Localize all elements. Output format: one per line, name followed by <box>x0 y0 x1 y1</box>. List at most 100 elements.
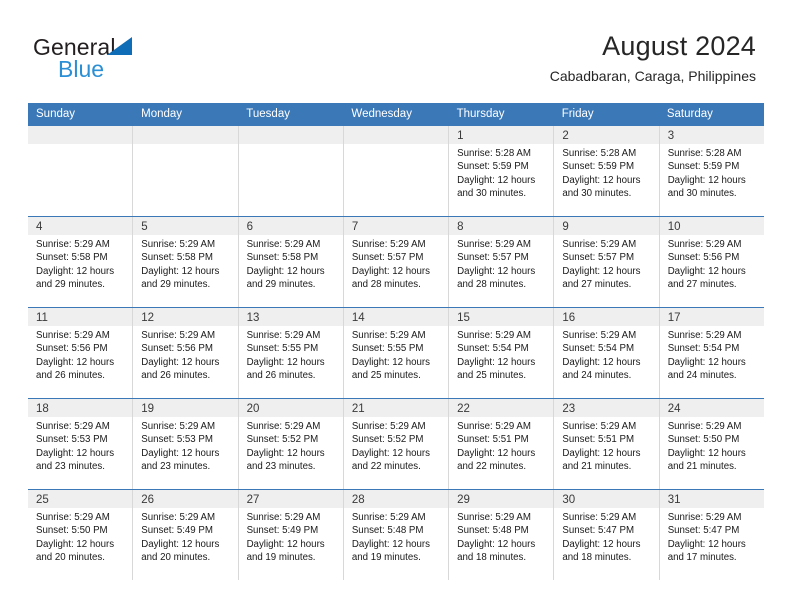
day-details: Sunrise: 5:29 AM Sunset: 5:50 PM Dayligh… <box>28 508 132 564</box>
daylight-text-line2: and 29 minutes. <box>36 278 105 290</box>
day-number-band: 13 <box>238 308 343 326</box>
daylight-text-line2: and 28 minutes. <box>457 278 527 290</box>
triangle-icon <box>107 37 132 55</box>
calendar-day-cell[interactable]: 6 Sunrise: 5:29 AM Sunset: 5:58 PM Dayli… <box>238 217 344 307</box>
day-number-band <box>133 126 238 144</box>
sunrise-text: Sunrise: 5:29 AM <box>246 512 321 523</box>
sunset-text: Sunset: 5:56 PM <box>141 343 213 355</box>
daylight-text-line2: and 30 minutes. <box>457 187 527 199</box>
day-details: Sunrise: 5:29 AM Sunset: 5:58 PM Dayligh… <box>133 235 237 291</box>
sunset-text: Sunset: 5:57 PM <box>351 252 424 264</box>
day-details: Sunrise: 5:29 AM Sunset: 5:56 PM Dayligh… <box>660 235 764 291</box>
daylight-text-line2: and 24 minutes. <box>667 369 737 381</box>
daylight-text-line2: and 30 minutes. <box>562 187 632 199</box>
daylight-text-line2: and 24 minutes. <box>562 369 632 381</box>
calendar-day-cell[interactable]: 24 Sunrise: 5:29 AM Sunset: 5:50 PM Dayl… <box>659 399 764 489</box>
calendar-day-cell[interactable]: 30 Sunrise: 5:29 AM Sunset: 5:47 PM Dayl… <box>554 490 660 580</box>
calendar-day-cell[interactable]: 2 Sunrise: 5:28 AM Sunset: 5:59 PM Dayli… <box>554 126 660 216</box>
calendar-day-cell[interactable]: 7 Sunrise: 5:29 AM Sunset: 5:57 PM Dayli… <box>343 217 450 307</box>
calendar-day-cell[interactable]: 5 Sunrise: 5:29 AM Sunset: 5:58 PM Dayli… <box>133 217 239 307</box>
sunset-text: Sunset: 5:50 PM <box>667 434 740 446</box>
calendar-day-cell[interactable]: 25 Sunrise: 5:29 AM Sunset: 5:50 PM Dayl… <box>28 490 134 580</box>
calendar-day-cell[interactable]: 23 Sunrise: 5:29 AM Sunset: 5:51 PM Dayl… <box>554 399 660 489</box>
sunset-text: Sunset: 5:59 PM <box>562 161 635 173</box>
day-number: 14 <box>351 312 365 324</box>
daylight-text-line1: Daylight: 12 hours <box>36 447 115 459</box>
calendar-day-cell[interactable]: 13 Sunrise: 5:29 AM Sunset: 5:55 PM Dayl… <box>238 308 344 398</box>
calendar-day-cell[interactable]: 12 Sunrise: 5:29 AM Sunset: 5:56 PM Dayl… <box>133 308 239 398</box>
calendar-week-row: 11 Sunrise: 5:29 AM Sunset: 5:56 PM Dayl… <box>28 307 764 398</box>
calendar-day-cell[interactable]: 1 Sunrise: 5:28 AM Sunset: 5:59 PM Dayli… <box>449 126 555 216</box>
day-number: 17 <box>667 312 681 324</box>
day-details: Sunrise: 5:29 AM Sunset: 5:52 PM Dayligh… <box>239 417 343 473</box>
daylight-text-line1: Daylight: 12 hours <box>562 538 641 550</box>
calendar-day-cell[interactable]: 29 Sunrise: 5:29 AM Sunset: 5:48 PM Dayl… <box>449 490 555 580</box>
daylight-text-line1: Daylight: 12 hours <box>667 174 746 186</box>
calendar-day-cell[interactable] <box>238 126 344 216</box>
daylight-text-line1: Daylight: 12 hours <box>562 356 641 368</box>
day-number: 30 <box>562 494 576 506</box>
daylight-text-line1: Daylight: 12 hours <box>667 447 746 459</box>
day-number: 24 <box>667 403 681 415</box>
day-details: Sunrise: 5:29 AM Sunset: 5:56 PM Dayligh… <box>133 326 237 382</box>
day-number-band: 22 <box>449 399 554 417</box>
calendar-day-cell[interactable]: 21 Sunrise: 5:29 AM Sunset: 5:52 PM Dayl… <box>343 399 450 489</box>
page-title: August 2024 <box>602 31 756 61</box>
day-details: Sunrise: 5:29 AM Sunset: 5:54 PM Dayligh… <box>660 326 764 382</box>
day-number: 19 <box>141 403 155 415</box>
day-number-band: 7 <box>343 217 449 235</box>
calendar-day-cell[interactable]: 4 Sunrise: 5:29 AM Sunset: 5:58 PM Dayli… <box>28 217 134 307</box>
day-number: 25 <box>36 494 49 506</box>
daylight-text-line1: Daylight: 12 hours <box>457 447 536 459</box>
day-number-band: 26 <box>133 490 238 508</box>
day-number: 11 <box>36 312 48 324</box>
page-subtitle: Cabadbaran, Caraga, Philippines <box>549 68 756 84</box>
day-number: 20 <box>246 403 260 415</box>
day-number: 3 <box>667 130 675 142</box>
calendar-day-cell[interactable]: 28 Sunrise: 5:29 AM Sunset: 5:48 PM Dayl… <box>343 490 450 580</box>
sunrise-text: Sunrise: 5:29 AM <box>562 239 637 250</box>
calendar-day-cell[interactable]: 14 Sunrise: 5:29 AM Sunset: 5:55 PM Dayl… <box>343 308 450 398</box>
day-number-band: 23 <box>554 399 659 417</box>
daylight-text-line1: Daylight: 12 hours <box>457 265 536 277</box>
day-number: 8 <box>457 221 464 233</box>
daylight-text-line2: and 21 minutes. <box>667 460 737 472</box>
calendar-day-cell[interactable]: 11 Sunrise: 5:29 AM Sunset: 5:56 PM Dayl… <box>28 308 134 398</box>
calendar-day-cell[interactable]: 20 Sunrise: 5:29 AM Sunset: 5:52 PM Dayl… <box>238 399 344 489</box>
day-number-band: 8 <box>449 217 554 235</box>
calendar-day-cell[interactable] <box>343 126 450 216</box>
sunrise-text: Sunrise: 5:29 AM <box>141 239 216 250</box>
calendar-week-row: 25 Sunrise: 5:29 AM Sunset: 5:50 PM Dayl… <box>28 489 764 580</box>
calendar-day-cell[interactable]: 16 Sunrise: 5:29 AM Sunset: 5:54 PM Dayl… <box>554 308 660 398</box>
calendar-day-cell[interactable]: 22 Sunrise: 5:29 AM Sunset: 5:51 PM Dayl… <box>449 399 555 489</box>
calendar-day-cell[interactable]: 26 Sunrise: 5:29 AM Sunset: 5:49 PM Dayl… <box>133 490 239 580</box>
calendar-day-cell[interactable]: 19 Sunrise: 5:29 AM Sunset: 5:53 PM Dayl… <box>133 399 239 489</box>
daylight-text-line1: Daylight: 12 hours <box>141 447 220 459</box>
daylight-text-line1: Daylight: 12 hours <box>667 538 746 550</box>
day-number-band: 4 <box>28 217 133 235</box>
calendar-day-cell[interactable]: 10 Sunrise: 5:29 AM Sunset: 5:56 PM Dayl… <box>659 217 764 307</box>
calendar-day-cell[interactable]: 9 Sunrise: 5:29 AM Sunset: 5:57 PM Dayli… <box>554 217 660 307</box>
day-details: Sunrise: 5:29 AM Sunset: 5:58 PM Dayligh… <box>239 235 343 291</box>
brand-logo[interactable]: General Blue <box>33 34 293 86</box>
calendar-day-cell[interactable] <box>28 126 134 216</box>
calendar-day-cell[interactable]: 3 Sunrise: 5:28 AM Sunset: 5:59 PM Dayli… <box>659 126 764 216</box>
day-number-band: 5 <box>133 217 238 235</box>
sunrise-text: Sunrise: 5:29 AM <box>246 421 321 432</box>
day-number-band: 28 <box>343 490 449 508</box>
calendar-day-cell[interactable] <box>133 126 239 216</box>
daylight-text-line1: Daylight: 12 hours <box>351 265 430 277</box>
day-number-band: 11 <box>28 308 133 326</box>
day-details: Sunrise: 5:29 AM Sunset: 5:51 PM Dayligh… <box>449 417 553 473</box>
calendar-day-cell[interactable]: 15 Sunrise: 5:29 AM Sunset: 5:54 PM Dayl… <box>449 308 555 398</box>
calendar-day-cell[interactable]: 27 Sunrise: 5:29 AM Sunset: 5:49 PM Dayl… <box>238 490 344 580</box>
calendar-day-cell[interactable]: 8 Sunrise: 5:29 AM Sunset: 5:57 PM Dayli… <box>449 217 555 307</box>
sunrise-text: Sunrise: 5:29 AM <box>141 512 216 523</box>
daylight-text-line2: and 25 minutes. <box>457 369 527 381</box>
calendar-week-row: 4 Sunrise: 5:29 AM Sunset: 5:58 PM Dayli… <box>28 216 764 307</box>
day-number: 13 <box>246 312 260 324</box>
daylight-text-line2: and 18 minutes. <box>457 551 527 563</box>
calendar-day-cell[interactable]: 18 Sunrise: 5:29 AM Sunset: 5:53 PM Dayl… <box>28 399 134 489</box>
calendar-day-cell[interactable]: 17 Sunrise: 5:29 AM Sunset: 5:54 PM Dayl… <box>659 308 764 398</box>
calendar-day-cell[interactable]: 31 Sunrise: 5:29 AM Sunset: 5:47 PM Dayl… <box>659 490 764 580</box>
